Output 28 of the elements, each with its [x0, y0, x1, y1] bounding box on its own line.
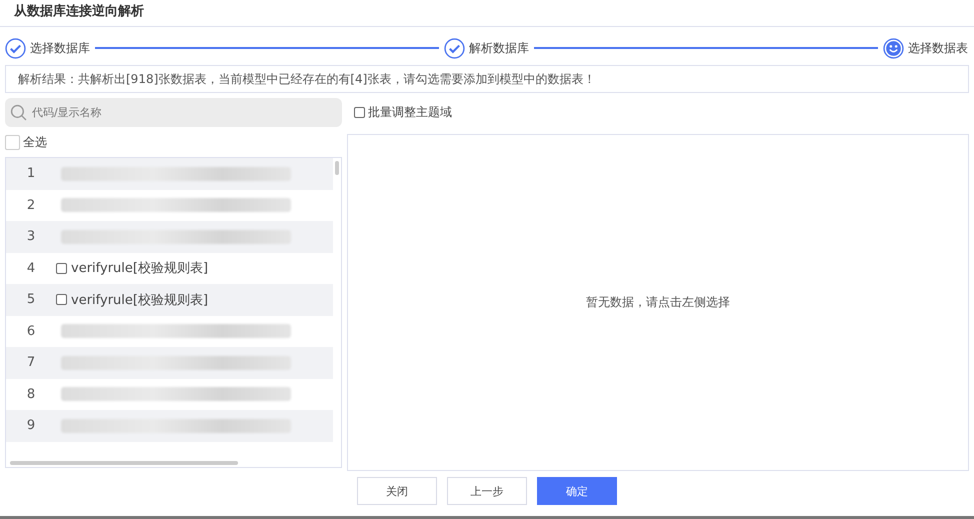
row-number: 8 [26, 386, 36, 402]
dialog-button[interactable]: 关闭 [357, 477, 437, 505]
result-message: 解析结果：共解析出[918]张数据表，当前模型中已经存在的有[4]张表，请勾选需要添加到模型中的数据表！ [5, 65, 969, 93]
dialog-title: 从数据库连接逆向解析 [0, 0, 974, 27]
dialog-button[interactable]: 确定 [537, 477, 617, 505]
checkbox[interactable] [56, 294, 67, 306]
step-label: 选择数据表 [908, 40, 968, 56]
step-label: 选择数据库 [30, 40, 90, 56]
row-number: 9 [26, 418, 36, 434]
checkbox-label: 批量调整主题域 [368, 104, 452, 121]
row-number: 2 [26, 198, 36, 213]
checkbox-label: 全选 [23, 134, 47, 150]
empty-message: 暂无数据，请点击左侧选择 [586, 294, 730, 311]
checkbox[interactable] [56, 262, 67, 274]
row-number: 7 [26, 355, 36, 370]
table-name[interactable]: verifyrule[校验规则表] [71, 290, 208, 309]
row-number: 4 [26, 260, 36, 276]
checkbox[interactable] [354, 107, 365, 118]
scrollbar[interactable] [10, 461, 238, 465]
step-label: 解析数据库 [469, 40, 529, 56]
row-number: 6 [26, 324, 36, 339]
row-number: 3 [26, 229, 36, 244]
table-name[interactable]: verifyrule[校验规则表] [71, 259, 208, 278]
row-number: 1 [26, 166, 36, 182]
dialog-button[interactable]: 上一步 [447, 477, 527, 505]
scrollbar[interactable] [335, 161, 339, 175]
row-number: 5 [26, 292, 36, 308]
search-field[interactable]: 代码/显示名称 [5, 98, 342, 127]
